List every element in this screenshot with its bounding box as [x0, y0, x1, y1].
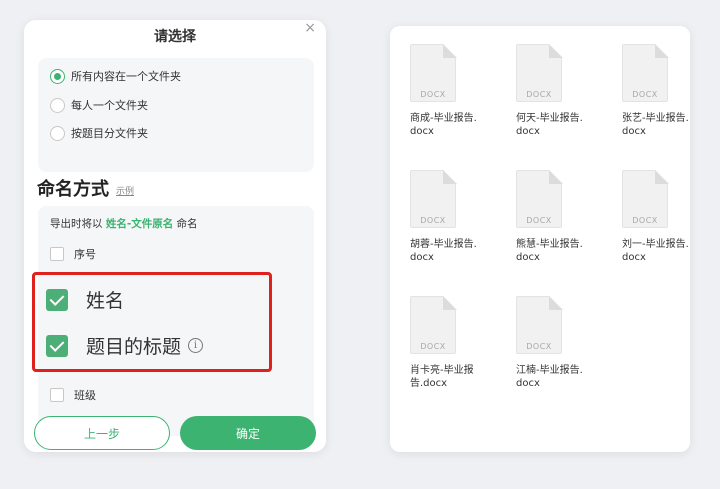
highlight-frame — [32, 272, 272, 372]
radio-label: 所有内容在一个文件夹 — [71, 70, 181, 83]
file-type: DOCX — [632, 216, 658, 225]
close-icon[interactable]: × — [304, 20, 316, 36]
file-type: DOCX — [420, 90, 446, 99]
page-fold — [549, 170, 563, 184]
page-fold — [549, 296, 563, 310]
page-fold — [549, 44, 563, 58]
prev-button[interactable]: 上一步 — [34, 416, 170, 450]
checkbox-class[interactable]: 班级 — [50, 387, 96, 403]
example-link[interactable]: 示例 — [116, 184, 134, 197]
radio-option-by-question[interactable]: 按题目分文件夹 — [50, 125, 148, 141]
file-type: DOCX — [526, 216, 552, 225]
checkbox-icon[interactable] — [50, 388, 64, 402]
naming-section-title: 命名方式 — [37, 179, 109, 200]
export-dialog: 请选择 × 所有内容在一个文件夹 每人一个文件夹 按题目分文件夹 命名方式 示例… — [24, 20, 326, 452]
file-type: DOCX — [420, 342, 446, 351]
file-type: DOCX — [526, 342, 552, 351]
dialog-title: 请选择 — [154, 29, 196, 45]
file-name: 江楠-毕业报告.docx — [516, 365, 583, 389]
hint-prefix: 导出时将以 — [50, 218, 103, 230]
file-type: DOCX — [526, 90, 552, 99]
confirm-button[interactable]: 确定 — [180, 416, 316, 450]
radio-icon[interactable] — [50, 125, 65, 141]
page-fold — [443, 170, 457, 184]
exported-files-panel: DOCX 商成-毕业报告.docx DOCX 何天-毕业报告.docx DOCX… — [390, 26, 690, 452]
checkbox-serial[interactable]: 序号 — [50, 246, 96, 262]
folder-options: 所有内容在一个文件夹 每人一个文件夹 按题目分文件夹 — [38, 58, 314, 172]
naming-hint: 导出时将以 姓名-文件原名 命名 — [50, 216, 198, 231]
checkbox-label: 班级 — [74, 389, 96, 402]
radio-option-single-folder[interactable]: 所有内容在一个文件夹 — [50, 68, 181, 84]
hint-suffix: 命名 — [176, 218, 198, 230]
checkbox-icon[interactable] — [50, 247, 64, 261]
page-fold — [443, 44, 457, 58]
file-type: DOCX — [420, 216, 446, 225]
file-name: 胡蓉-毕业报告.docx — [410, 239, 477, 263]
radio-checked-icon[interactable] — [50, 68, 65, 84]
file-name: 何天-毕业报告.docx — [516, 113, 583, 137]
file-name: 肖卡亮-毕业报告.docx — [410, 365, 474, 389]
page-fold — [443, 296, 457, 310]
radio-label: 按题目分文件夹 — [71, 127, 148, 140]
file-name: 张艺-毕业报告.docx — [622, 113, 689, 137]
file-name: 熊慧-毕业报告.docx — [516, 239, 583, 263]
hint-format: 姓名-文件原名 — [105, 218, 174, 230]
radio-icon[interactable] — [50, 97, 65, 113]
page-fold — [655, 44, 669, 58]
file-name: 刘一-毕业报告.docx — [622, 239, 689, 263]
file-type: DOCX — [632, 90, 658, 99]
checkbox-label: 序号 — [74, 248, 96, 261]
radio-option-per-person[interactable]: 每人一个文件夹 — [50, 97, 148, 113]
file-name: 商成-毕业报告.docx — [410, 113, 477, 137]
radio-label: 每人一个文件夹 — [71, 99, 148, 112]
page-fold — [655, 170, 669, 184]
